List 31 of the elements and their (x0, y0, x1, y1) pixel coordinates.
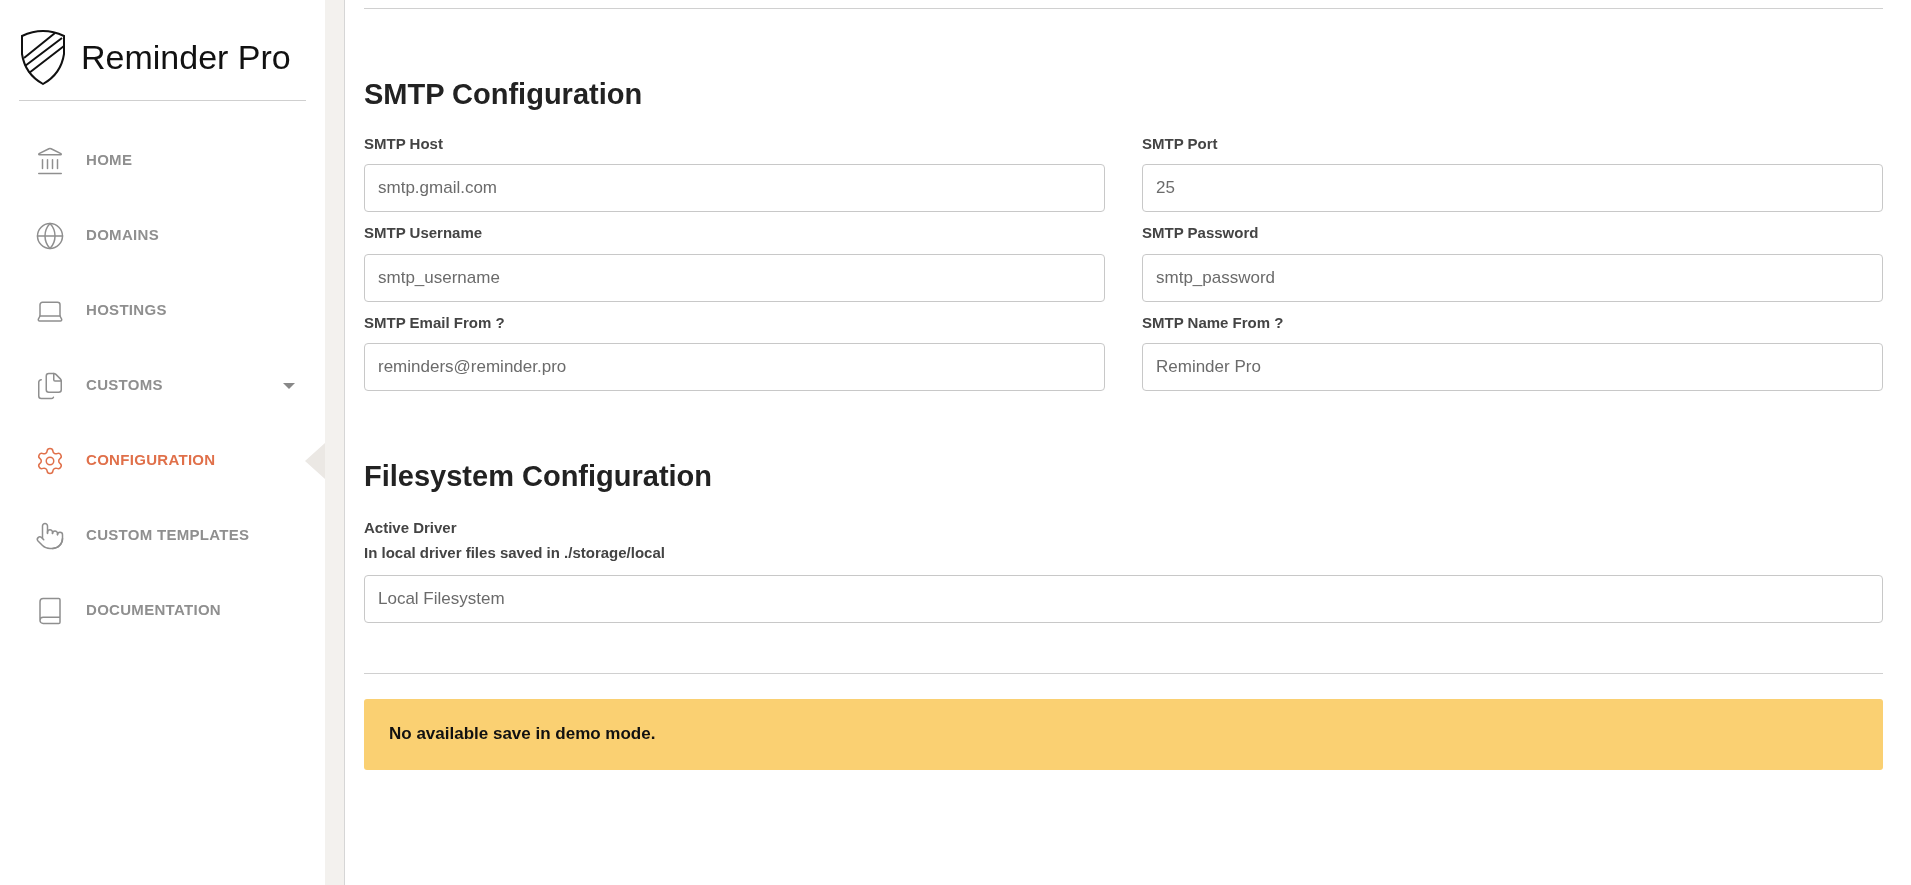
field-label: SMTP Host (364, 133, 444, 154)
input-field[interactable]: reminders@reminder.pro (364, 343, 1105, 391)
nav-item[interactable]: DOCUMENTATION (0, 573, 325, 648)
section-title: SMTP Configuration (364, 77, 644, 112)
nav-item[interactable]: DOMAINS (0, 198, 325, 273)
nav-item[interactable]: HOME (0, 123, 325, 198)
field-hint: In local driver files saved in ./storage/local (364, 543, 666, 563)
field-label: SMTP Password (1142, 223, 1260, 243)
input-field[interactable]: Reminder Pro (1142, 343, 1883, 391)
nav-item[interactable]: CUSTOM TEMPLATES (0, 498, 325, 573)
document-icon (35, 370, 65, 401)
globe-icon (35, 220, 65, 251)
input-field[interactable]: smtp_password (1142, 253, 1883, 302)
bank-icon (35, 145, 65, 176)
settings-icon (35, 445, 65, 476)
field-label: SMTP Username (364, 223, 484, 243)
nav-item[interactable]: HOSTINGS (0, 273, 325, 348)
input-field[interactable]: smtp_username (364, 253, 1105, 302)
shield-logo-icon (19, 28, 67, 86)
nav-item[interactable]: CUSTOMS (0, 348, 325, 423)
field-label: Active Driver (364, 517, 458, 538)
field-label: SMTP Email From ? (364, 312, 506, 333)
pointer-hand-icon (35, 520, 65, 551)
field-label: SMTP Name From ? (1142, 312, 1285, 333)
input-field[interactable]: Local Filesystem (364, 574, 1883, 623)
field-label: SMTP Port (1142, 133, 1219, 154)
section-title: Filesystem Configuration (364, 459, 714, 494)
input-field[interactable]: smtp.gmail.com (364, 164, 1105, 212)
input-field[interactable]: 25 (1142, 164, 1883, 212)
brand-name: Reminder Pro (81, 36, 291, 78)
alert-banner: No available save in demo mode. (364, 698, 1883, 770)
